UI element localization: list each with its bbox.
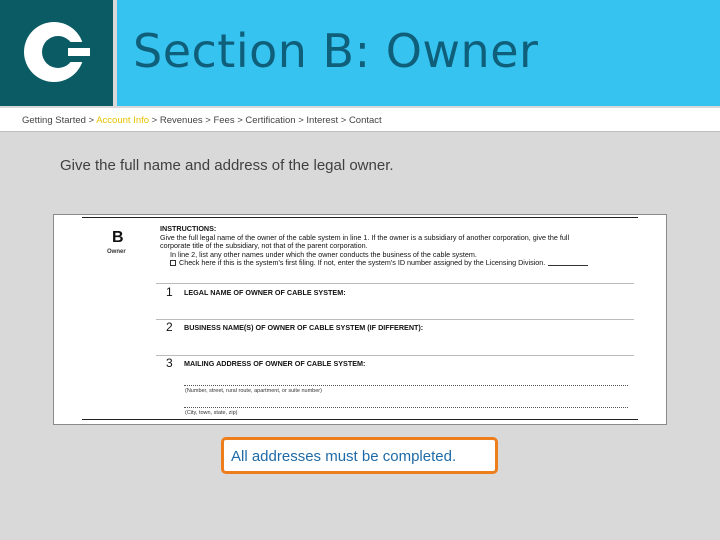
form-section-letter: B	[112, 229, 124, 246]
instruction-text: Give the full name and address of the le…	[60, 157, 394, 174]
form-section-b-image: B Owner INSTRUCTIONS: Give the full lega…	[53, 214, 667, 425]
address-line-dots	[184, 407, 628, 408]
logo	[0, 0, 113, 106]
breadcrumb: Getting Started > Account Info > Revenue…	[22, 115, 382, 126]
form-instructions: INSTRUCTIONS: Give the full legal name o…	[160, 224, 640, 268]
breadcrumb-separator: >	[234, 115, 246, 126]
form-line-number: 3	[166, 356, 173, 370]
breadcrumb-certification[interactable]: Certification	[245, 115, 295, 126]
form-rule	[156, 319, 634, 320]
address-caption: (Number, street, rural route, apartment,…	[185, 388, 322, 394]
breadcrumb-fees[interactable]: Fees	[213, 115, 234, 126]
system-id-blank	[548, 260, 589, 267]
first-filing-checkbox-icon	[170, 260, 176, 267]
breadcrumb-strip: Getting Started > Account Info > Revenue…	[0, 108, 720, 132]
form-line-label: MAILING ADDRESS OF OWNER OF CABLE SYSTEM…	[184, 359, 366, 368]
form-instructions-line: Check here if this is the system's first…	[179, 258, 546, 268]
breadcrumb-separator: >	[202, 115, 214, 126]
logo-c-icon	[24, 22, 90, 82]
breadcrumb-account-info[interactable]: Account Info	[96, 115, 149, 126]
breadcrumb-contact[interactable]: Contact	[349, 115, 382, 126]
page-title: Section B: Owner	[133, 24, 539, 78]
breadcrumb-separator: >	[149, 115, 160, 126]
breadcrumb-getting-started[interactable]: Getting Started	[22, 115, 86, 126]
form-line-number: 1	[166, 285, 173, 299]
breadcrumb-separator: >	[295, 115, 307, 126]
breadcrumb-separator: >	[338, 115, 349, 126]
form-line-label: BUSINESS NAME(S) OF OWNER OF CABLE SYSTE…	[184, 323, 424, 332]
header-bar: Section B: Owner	[117, 0, 720, 106]
form-first-filing-row: Check here if this is the system's first…	[160, 259, 640, 268]
form-rule	[156, 355, 634, 356]
notice-callout: All addresses must be completed.	[221, 437, 498, 474]
form-line-number: 2	[166, 320, 173, 334]
breadcrumb-separator: >	[85, 115, 97, 126]
notice-text: All addresses must be completed.	[231, 448, 457, 465]
form-line-label: LEGAL NAME OF OWNER OF CABLE SYSTEM:	[184, 288, 346, 297]
breadcrumb-revenues[interactable]: Revenues	[160, 115, 203, 126]
form-rule	[156, 283, 634, 284]
form-bottom-rule	[82, 419, 638, 420]
address-caption: (City, town, state, zip)	[185, 410, 238, 416]
address-line-dots	[184, 385, 628, 386]
form-section-word: Owner	[107, 249, 126, 255]
breadcrumb-interest[interactable]: Interest	[306, 115, 338, 126]
form-top-rule	[82, 217, 638, 218]
